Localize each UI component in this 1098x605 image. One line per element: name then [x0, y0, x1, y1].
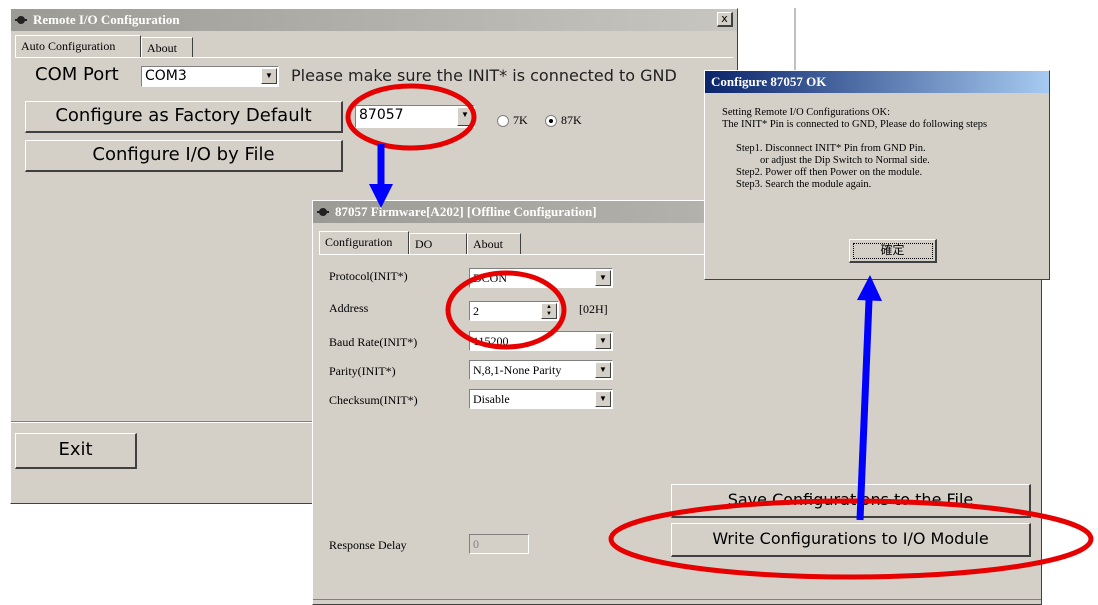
protocol-value: DCON: [473, 271, 508, 285]
parity-label: Parity(INIT*): [329, 364, 396, 378]
baud-rate-label: Baud Rate(INIT*): [329, 335, 418, 349]
dialog-line-1: Setting Remote I/O Configurations OK:: [722, 107, 890, 118]
tab-about[interactable]: About: [467, 233, 521, 254]
app-icon: [15, 16, 27, 24]
spinner-arrows-icon[interactable]: ▲ ▼: [541, 303, 557, 319]
chevron-down-icon[interactable]: ▼: [595, 270, 611, 286]
tab-panel-border: [15, 57, 733, 58]
checksum-select[interactable]: Disable ▼: [469, 389, 613, 409]
chevron-down-icon[interactable]: ▼: [261, 68, 277, 84]
protocol-select[interactable]: DCON ▼: [469, 268, 613, 288]
tab-about[interactable]: About: [141, 37, 193, 57]
address-label: Address: [329, 301, 369, 315]
exit-button[interactable]: Exit: [15, 433, 137, 469]
parity-select[interactable]: N,8,1-None Parity ▼: [469, 360, 613, 380]
com-port-label: COM Port: [35, 64, 119, 85]
firmware-title: 87057 Firmware[A202] [Offline Configurat…: [335, 204, 597, 219]
configure-io-by-file-button[interactable]: Configure I/O by File: [25, 140, 343, 172]
protocol-label: Protocol(INIT*): [329, 269, 408, 283]
dialog-step-2: Step2. Power off then Power on the modul…: [736, 167, 923, 178]
chevron-down-icon[interactable]: ▼: [595, 362, 611, 378]
dialog-step-1: Step1. Disconnect INIT* Pin from GND Pin…: [736, 143, 926, 154]
address-value: 2: [473, 304, 479, 318]
chevron-down-icon[interactable]: ▼: [457, 107, 473, 126]
save-configurations-button[interactable]: Save Configurations to the File: [671, 484, 1031, 518]
parity-value: N,8,1-None Parity: [473, 363, 562, 377]
init-notice: Please make sure the INIT* is connected …: [291, 66, 677, 85]
radio-7k-label: 7K: [513, 113, 528, 127]
main-title: Remote I/O Configuration: [33, 12, 180, 27]
dialog-message: Setting Remote I/O Configurations OK: Th…: [705, 107, 1049, 219]
main-titlebar: Remote I/O Configuration: [11, 9, 737, 31]
checksum-label: Checksum(INIT*): [329, 393, 418, 407]
main-close-button[interactable]: x: [717, 12, 733, 27]
configure-ok-dialog: Configure 87057 OK Setting Remote I/O Co…: [704, 70, 1050, 280]
baud-rate-select[interactable]: 115200 ▼: [469, 331, 613, 351]
baud-rate-value: 115200: [473, 334, 509, 348]
dialog-line-2: The INIT* Pin is connected to GND, Pleas…: [722, 119, 988, 130]
radio-87k-label: 87K: [561, 113, 582, 127]
com-port-select[interactable]: COM3 ▼: [141, 66, 279, 87]
tab-do[interactable]: DO: [409, 233, 467, 254]
write-configurations-button[interactable]: Write Configurations to I/O Module: [671, 523, 1031, 557]
chevron-down-icon[interactable]: ▼: [595, 391, 611, 407]
ok-button[interactable]: 確定: [849, 239, 937, 263]
tab-auto-configuration[interactable]: Auto Configuration: [15, 35, 141, 58]
dialog-titlebar: Configure 87057 OK: [705, 71, 1049, 93]
radio-7k[interactable]: [497, 115, 509, 127]
configure-factory-default-button[interactable]: Configure as Factory Default: [25, 101, 343, 133]
module-value: 87057: [359, 107, 404, 123]
chevron-down-icon[interactable]: ▼: [595, 333, 611, 349]
response-delay-value: 0: [473, 537, 479, 551]
radio-87k[interactable]: [545, 115, 557, 127]
tab-configuration[interactable]: Configuration: [319, 231, 409, 255]
firmware-bottom-line: [313, 599, 1041, 600]
app-icon: [317, 208, 329, 216]
address-hex: [02H]: [579, 302, 608, 316]
response-delay-label: Response Delay: [329, 538, 407, 552]
response-delay-input[interactable]: 0: [469, 534, 529, 554]
address-spinner[interactable]: 2 ▲ ▼: [469, 301, 559, 321]
dialog-title: Configure 87057 OK: [711, 74, 827, 89]
module-select[interactable]: 87057 ▼: [355, 105, 475, 128]
dialog-step-1b: or adjust the Dip Switch to Normal side.: [760, 155, 930, 166]
checksum-value: Disable: [473, 392, 510, 406]
dialog-step-3: Step3. Search the module again.: [736, 179, 872, 190]
com-port-value: COM3: [145, 68, 187, 84]
